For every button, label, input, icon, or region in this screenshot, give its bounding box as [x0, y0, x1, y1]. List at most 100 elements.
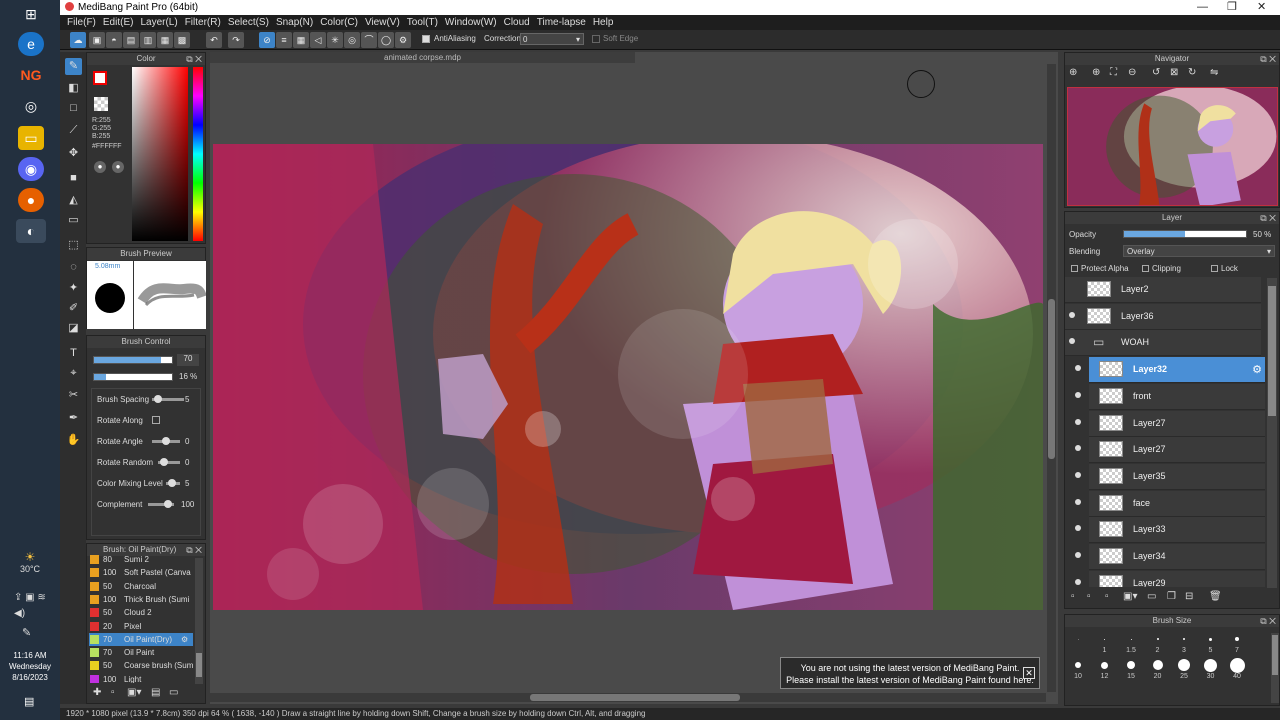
close-icon[interactable]: ⧉ ✕ [186, 53, 202, 65]
layer-row[interactable]: Layer32 ⚙ [1075, 357, 1265, 384]
palette-add-icon[interactable]: ● [112, 161, 124, 173]
operation-tool-icon[interactable]: ⌖ [65, 365, 82, 382]
line-tool-icon[interactable]: ⟋ [65, 122, 82, 139]
pen-icon[interactable]: ✎ [22, 626, 31, 639]
menu-snap-n[interactable]: Snap(N) [276, 15, 313, 30]
close-icon[interactable]: ✕ [1257, 0, 1266, 15]
canvas-horizontal-scrollbar[interactable] [210, 693, 1046, 702]
layer-row[interactable]: Layer29 [1075, 570, 1265, 587]
navigator-preview[interactable] [1067, 87, 1278, 206]
eye-icon[interactable] [1075, 525, 1081, 532]
menu-layer-l[interactable]: Layer(L) [140, 15, 177, 30]
brush-spacing-slider[interactable] [152, 395, 184, 403]
restore-icon[interactable]: ❐ [1227, 0, 1237, 15]
layer-row[interactable]: face [1075, 490, 1265, 517]
move-tool-icon[interactable]: ✥ [65, 145, 82, 162]
frame-icon[interactable]: ▦ [157, 32, 173, 48]
close-icon[interactable]: ⧉ ✕ [1260, 615, 1276, 627]
zoom-out-icon[interactable]: ⊖ [1128, 67, 1136, 78]
menu-filter-r[interactable]: Filter(R) [185, 15, 221, 30]
dot-tool-icon[interactable]: □ [65, 100, 82, 117]
artwork-canvas[interactable] [213, 144, 1043, 610]
complement-slider[interactable] [148, 500, 174, 508]
new-folder-icon[interactable]: ▭ [1147, 591, 1156, 602]
windows-start-icon[interactable]: ⊞ [18, 2, 44, 26]
gradient-tool-icon[interactable]: ▭ [65, 212, 82, 229]
fill-rect-tool-icon[interactable]: ■ [65, 170, 82, 187]
brush-size-option[interactable] [1065, 631, 1091, 659]
brush-size-option[interactable]: 15 [1118, 657, 1144, 685]
page-icon[interactable]: ▥ [140, 32, 156, 48]
medibang-taskbar-icon[interactable]: ◐ [16, 219, 46, 243]
transparent-color-swatch[interactable] [94, 97, 108, 111]
brush-list-scrollbar[interactable] [195, 558, 203, 684]
correction-select[interactable]: 0 ▾ [520, 33, 584, 45]
snap-grid-icon[interactable]: ▦ [293, 32, 309, 48]
rotate-left-icon[interactable]: ↺ [1152, 67, 1160, 78]
brush-size-option[interactable]: 10 [1065, 657, 1091, 685]
layer-row[interactable]: Layer35 [1075, 463, 1265, 490]
layer-list-scrollbar[interactable] [1267, 278, 1277, 588]
new-brush-icon[interactable]: ▫ [111, 687, 115, 698]
snap-parallel-icon[interactable]: ≡ [276, 32, 292, 48]
layer-row[interactable]: Layer33 [1075, 517, 1265, 544]
select-pen-tool-icon[interactable]: ✐ [65, 300, 82, 317]
foreground-color-swatch[interactable] [93, 71, 107, 85]
brush-folder-icon[interactable]: ▭ [169, 687, 178, 698]
edge-icon[interactable]: e [18, 32, 44, 56]
snap-radial-icon[interactable]: ✳ [327, 32, 343, 48]
palette-icon[interactable]: ● [94, 161, 106, 173]
hand-tool-icon[interactable]: ✋ [65, 432, 82, 449]
snap-settings-icon[interactable]: ⚙ [395, 32, 411, 48]
brush-size-option[interactable]: 25 [1171, 657, 1197, 685]
brush-size-option[interactable]: 1.5 [1118, 631, 1144, 659]
eyedropper-tool-icon[interactable]: ✒ [65, 410, 82, 427]
davinci-icon[interactable]: ◎ [18, 94, 44, 118]
select-tool-icon[interactable]: ⬚ [65, 237, 82, 254]
brush-menu-icon[interactable]: ▣▾ [127, 687, 141, 698]
divide-tool-icon[interactable]: ✂ [65, 387, 82, 404]
undo-icon[interactable]: ↶ [206, 32, 222, 48]
tray-icons[interactable]: ⇪ ▣ ≋ [14, 592, 46, 603]
gear-icon[interactable]: ⚙ [1252, 363, 1262, 376]
snap-ellipse-icon[interactable]: ◯ [378, 32, 394, 48]
brush-opacity-slider[interactable] [93, 373, 173, 381]
update-notice[interactable]: You are not using the latest version of … [780, 657, 1040, 689]
menu-cloud[interactable]: Cloud [504, 15, 530, 30]
eye-icon[interactable] [1075, 552, 1081, 558]
new-layer-icon[interactable]: ▫ [1071, 591, 1075, 602]
snap-perspective-icon[interactable]: ◁ [310, 32, 326, 48]
notification-icon[interactable]: ▤ [24, 695, 34, 708]
document-tab[interactable]: animated corpse.mdp [210, 52, 635, 63]
zoom-in-icon[interactable]: ⊕ [1092, 67, 1100, 78]
hue-slider[interactable] [193, 67, 203, 241]
discord-icon[interactable]: ◉ [18, 157, 44, 181]
eye-icon[interactable] [1075, 471, 1081, 478]
select-eraser-tool-icon[interactable]: ◪ [65, 320, 82, 337]
brush-list-item[interactable]: 20 Pixel [89, 620, 193, 633]
minimize-icon[interactable]: — [1197, 0, 1208, 15]
menu-color-c[interactable]: Color(C) [320, 15, 358, 30]
brush-size-option[interactable]: 12 [1092, 657, 1118, 685]
brush-size-option[interactable]: 40 [1224, 657, 1250, 685]
merge-layer-icon[interactable]: ⊟ [1185, 591, 1193, 602]
clipping-checkbox[interactable] [1142, 265, 1149, 272]
layer-folder[interactable]: ▭ WOAH [1065, 330, 1261, 357]
bucket-tool-icon[interactable]: ◭ [65, 192, 82, 209]
layer-row[interactable]: front [1075, 383, 1265, 410]
lock-checkbox[interactable] [1211, 265, 1218, 272]
blending-select[interactable]: Overlay ▾ [1123, 245, 1275, 257]
brush-size-slider[interactable] [93, 356, 173, 364]
speech-icon[interactable]: ◓ [106, 32, 122, 48]
brush-list-item[interactable]: 70 Oil Paint(Dry) ⚙ [89, 632, 193, 646]
eye-icon[interactable] [1075, 498, 1081, 505]
brush-size-option[interactable]: 2 [1145, 631, 1171, 659]
menu-select-s[interactable]: Select(S) [228, 15, 269, 30]
layer-menu-icon[interactable]: ▣▾ [1123, 591, 1137, 602]
layer-opacity-slider[interactable] [1123, 230, 1247, 238]
eye-icon[interactable] [1075, 418, 1081, 425]
eye-icon[interactable] [1075, 578, 1081, 585]
brush-size-scrollbar[interactable] [1271, 633, 1279, 703]
menu-help[interactable]: Help [593, 15, 614, 30]
clock[interactable]: 11:16 AM Wednesday 8/16/2023 [0, 650, 60, 683]
